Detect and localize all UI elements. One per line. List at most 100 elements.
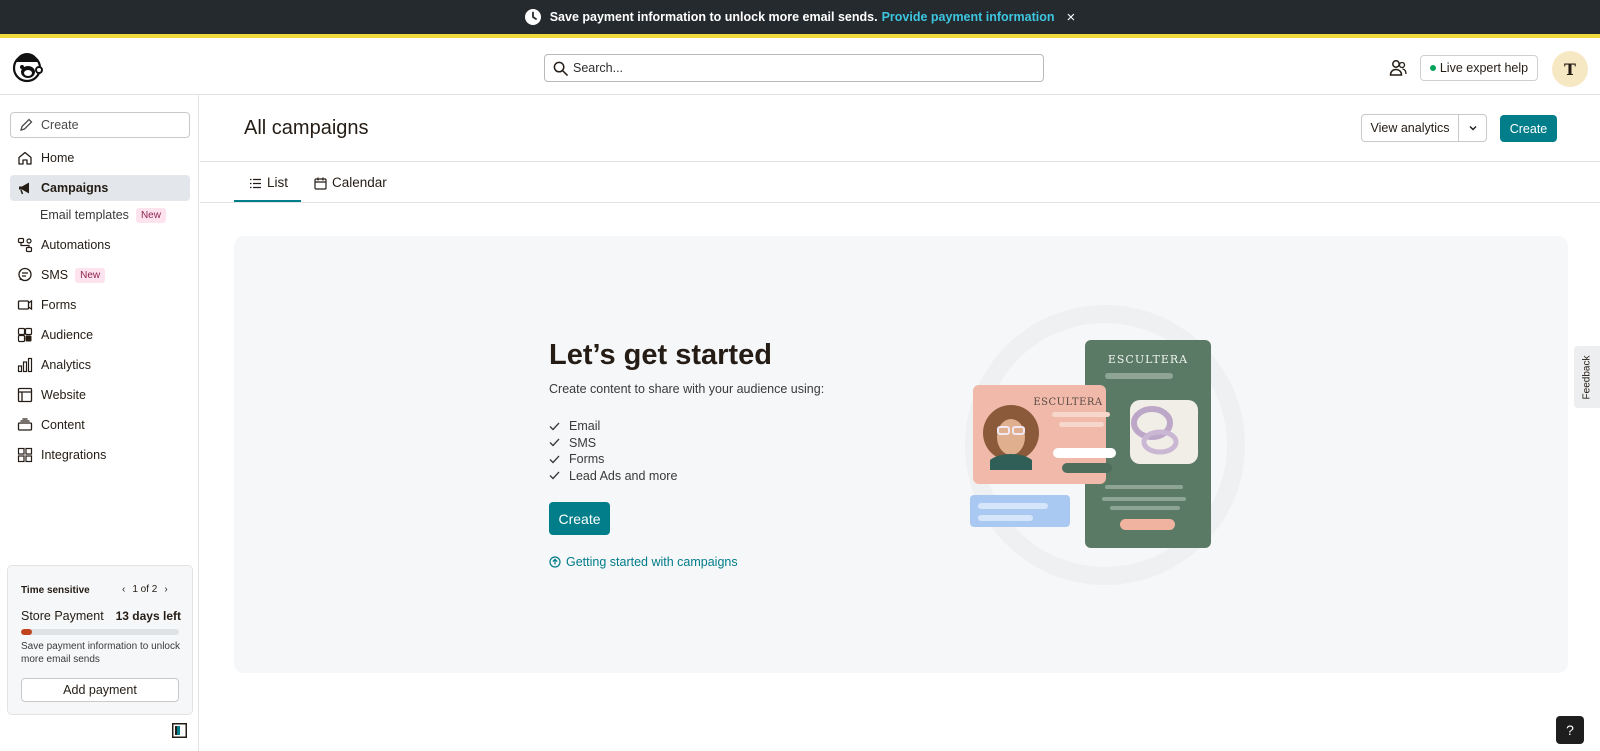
sidebar-item-label: Website: [41, 388, 86, 402]
view-analytics-label[interactable]: View analytics: [1362, 115, 1459, 141]
website-icon: [17, 387, 33, 403]
time-sensitive-card: Time sensitive ‹ 1 of 2 › Store Payment …: [7, 565, 193, 715]
collapse-sidebar-icon[interactable]: [172, 723, 187, 738]
sidebar-item-label: Content: [41, 418, 85, 432]
list-item: Lead Ads and more: [549, 468, 677, 485]
home-icon: [18, 151, 32, 165]
check-icon: [549, 422, 560, 431]
days-left: 13 days left: [115, 609, 181, 623]
chevron-down-icon[interactable]: [1459, 115, 1486, 141]
new-badge: New: [75, 267, 106, 283]
sidebar-item-forms[interactable]: Forms: [10, 292, 190, 318]
card-pager: ‹ 1 of 2 ›: [122, 584, 168, 595]
empty-state-title: Let’s get started: [549, 339, 772, 371]
time-sensitive-heading: Time sensitive: [21, 585, 90, 596]
next-card-icon[interactable]: ›: [164, 584, 167, 595]
banner-message: Save payment information to unlock more …: [549, 10, 878, 24]
days-progress-bar: [21, 629, 179, 635]
checklist-label: Lead Ads and more: [569, 468, 678, 483]
list-item: Email: [549, 418, 677, 435]
sidebar: Create Home Campaigns Email templates Ne…: [0, 95, 199, 751]
live-expert-help-label: Live expert help: [1439, 61, 1529, 75]
calendar-icon: [314, 177, 327, 190]
help-button[interactable]: ?: [1556, 716, 1584, 744]
sidebar-item-label: Email templates: [40, 208, 129, 222]
tabs-divider: [200, 202, 1600, 203]
integrations-icon: [17, 447, 33, 463]
new-badge: New: [135, 207, 166, 223]
people-icon[interactable]: [1388, 58, 1408, 78]
sidebar-item-label: SMS: [41, 268, 69, 282]
payment-banner: Save payment information to unlock more …: [0, 0, 1600, 38]
view-analytics-button[interactable]: View analytics: [1361, 114, 1487, 142]
sidebar-item-sms[interactable]: SMS New: [10, 262, 190, 288]
add-payment-button[interactable]: Add payment: [21, 678, 179, 702]
empty-state-create-button[interactable]: Create: [549, 502, 610, 535]
sidebar-item-label: Forms: [41, 298, 77, 312]
progress-fill: [21, 629, 33, 635]
sidebar-create-label: Create: [41, 118, 79, 132]
sidebar-create-button[interactable]: Create: [10, 112, 190, 138]
forms-icon: [17, 299, 33, 311]
search-field[interactable]: [544, 54, 1044, 82]
check-icon: [549, 471, 560, 480]
header-divider: [200, 161, 1600, 162]
tab-list[interactable]: List: [234, 175, 301, 202]
sms-icon: [18, 267, 32, 282]
list-item: SMS: [549, 435, 677, 452]
getting-started-link[interactable]: Getting started with campaigns: [549, 555, 738, 569]
list-icon: [250, 178, 261, 189]
feedback-tab[interactable]: Feedback: [1574, 346, 1600, 408]
prev-card-icon[interactable]: ‹: [122, 584, 125, 595]
checklist-label: SMS: [569, 435, 597, 450]
tab-label: Calendar: [332, 175, 387, 190]
pager-text: 1 of 2: [132, 584, 158, 595]
content-icon: [17, 418, 33, 431]
sidebar-item-audience[interactable]: Audience: [10, 322, 190, 348]
arrow-up-circle-icon: [549, 556, 561, 568]
sidebar-item-integrations[interactable]: Integrations: [10, 442, 190, 468]
tab-calendar[interactable]: Calendar: [314, 175, 387, 202]
empty-state-panel: [234, 236, 1568, 673]
sidebar-item-campaigns[interactable]: Campaigns: [10, 175, 190, 201]
pencil-icon: [20, 118, 33, 131]
top-bar: Live expert help T: [0, 42, 1600, 95]
automations-icon: [17, 237, 33, 253]
online-status-dot: [1429, 65, 1436, 71]
sidebar-item-analytics[interactable]: Analytics: [10, 352, 190, 378]
sidebar-item-label: Audience: [41, 328, 94, 342]
sidebar-item-label: Automations: [41, 238, 111, 252]
campaign-illustration: ESCULTERA ESCULTERA: [965, 305, 1245, 585]
sidebar-item-label: Campaigns: [41, 181, 109, 195]
search-icon: [553, 61, 568, 76]
mailchimp-logo[interactable]: [10, 50, 44, 84]
clock-icon: [524, 9, 541, 25]
provide-payment-link[interactable]: Provide payment information: [882, 10, 1055, 24]
check-icon: [549, 455, 560, 464]
sidebar-item-home[interactable]: Home: [10, 145, 190, 171]
live-expert-help-button[interactable]: Live expert help: [1420, 55, 1538, 81]
avatar[interactable]: T: [1552, 51, 1588, 87]
close-banner-icon[interactable]: ×: [1067, 9, 1076, 26]
search-input[interactable]: [573, 61, 1013, 75]
sidebar-item-email-templates[interactable]: Email templates New: [10, 202, 190, 228]
check-icon: [549, 438, 560, 447]
sidebar-item-automations[interactable]: Automations: [10, 232, 190, 258]
brand-text: ESCULTERA: [1108, 353, 1188, 366]
sidebar-item-label: Integrations: [41, 448, 107, 462]
checklist-label: Email: [569, 419, 601, 434]
brand-text: ESCULTERA: [1033, 397, 1103, 408]
checklist-label: Forms: [569, 452, 605, 467]
empty-state-subtitle: Create content to share with your audien…: [549, 382, 825, 396]
tab-label: List: [267, 175, 289, 190]
feedback-label: Feedback: [1581, 355, 1593, 399]
page-title: All campaigns: [244, 117, 369, 139]
sidebar-item-website[interactable]: Website: [10, 382, 190, 408]
channel-checklist: Email SMS Forms Lead Ads and more: [549, 418, 677, 484]
audience-icon: [17, 327, 33, 343]
sidebar-item-content[interactable]: Content: [10, 412, 190, 438]
megaphone-icon: [19, 182, 29, 195]
list-item: Forms: [549, 451, 677, 468]
create-campaign-button[interactable]: Create: [1500, 115, 1557, 142]
card-title: Store Payment: [21, 609, 104, 623]
